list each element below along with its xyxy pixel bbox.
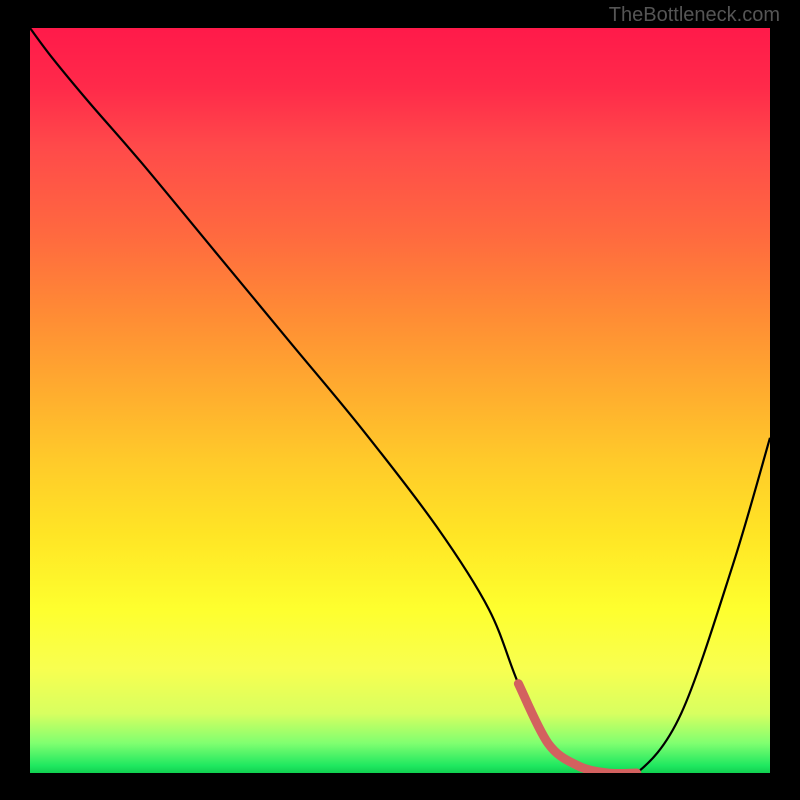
curve-svg (30, 28, 770, 773)
chart-area (30, 28, 770, 773)
bottleneck-curve-path (30, 28, 770, 773)
watermark-text: TheBottleneck.com (609, 4, 780, 27)
highlight-segment-path (518, 684, 636, 773)
